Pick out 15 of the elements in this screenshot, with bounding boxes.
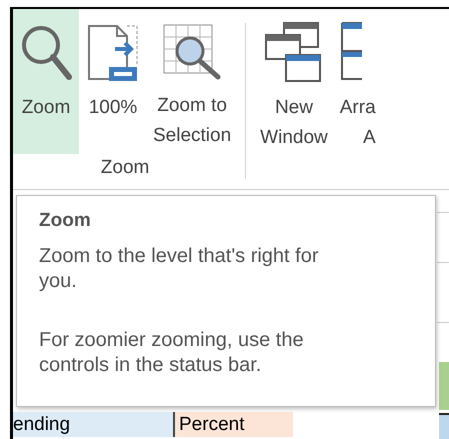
ribbon-button[interactable]: Zoom to Selection: [147, 9, 238, 154]
tooltip-text: For zoomier zooming, use the controls in the status bar.: [39, 328, 305, 378]
cell-fill: [439, 362, 449, 410]
search-icon: [19, 23, 73, 83]
windows-icon: [264, 19, 324, 83]
ribbon-button[interactable]: Arra A: [334, 9, 376, 154]
ribbon-button[interactable]: New Window: [254, 9, 334, 154]
tooltip-text: Zoom to the level that's right for you.: [39, 244, 320, 294]
tooltip-title: Zoom: [39, 210, 92, 232]
table-cell: ending: [13, 412, 173, 437]
zoom-button[interactable]: Zoom: [13, 9, 79, 154]
ribbon-button[interactable]: 100%: [79, 9, 147, 154]
arranged-windows-icon: [340, 19, 362, 83]
table-cell: Percent: [173, 412, 293, 437]
group-label: Zoom: [100, 157, 150, 179]
